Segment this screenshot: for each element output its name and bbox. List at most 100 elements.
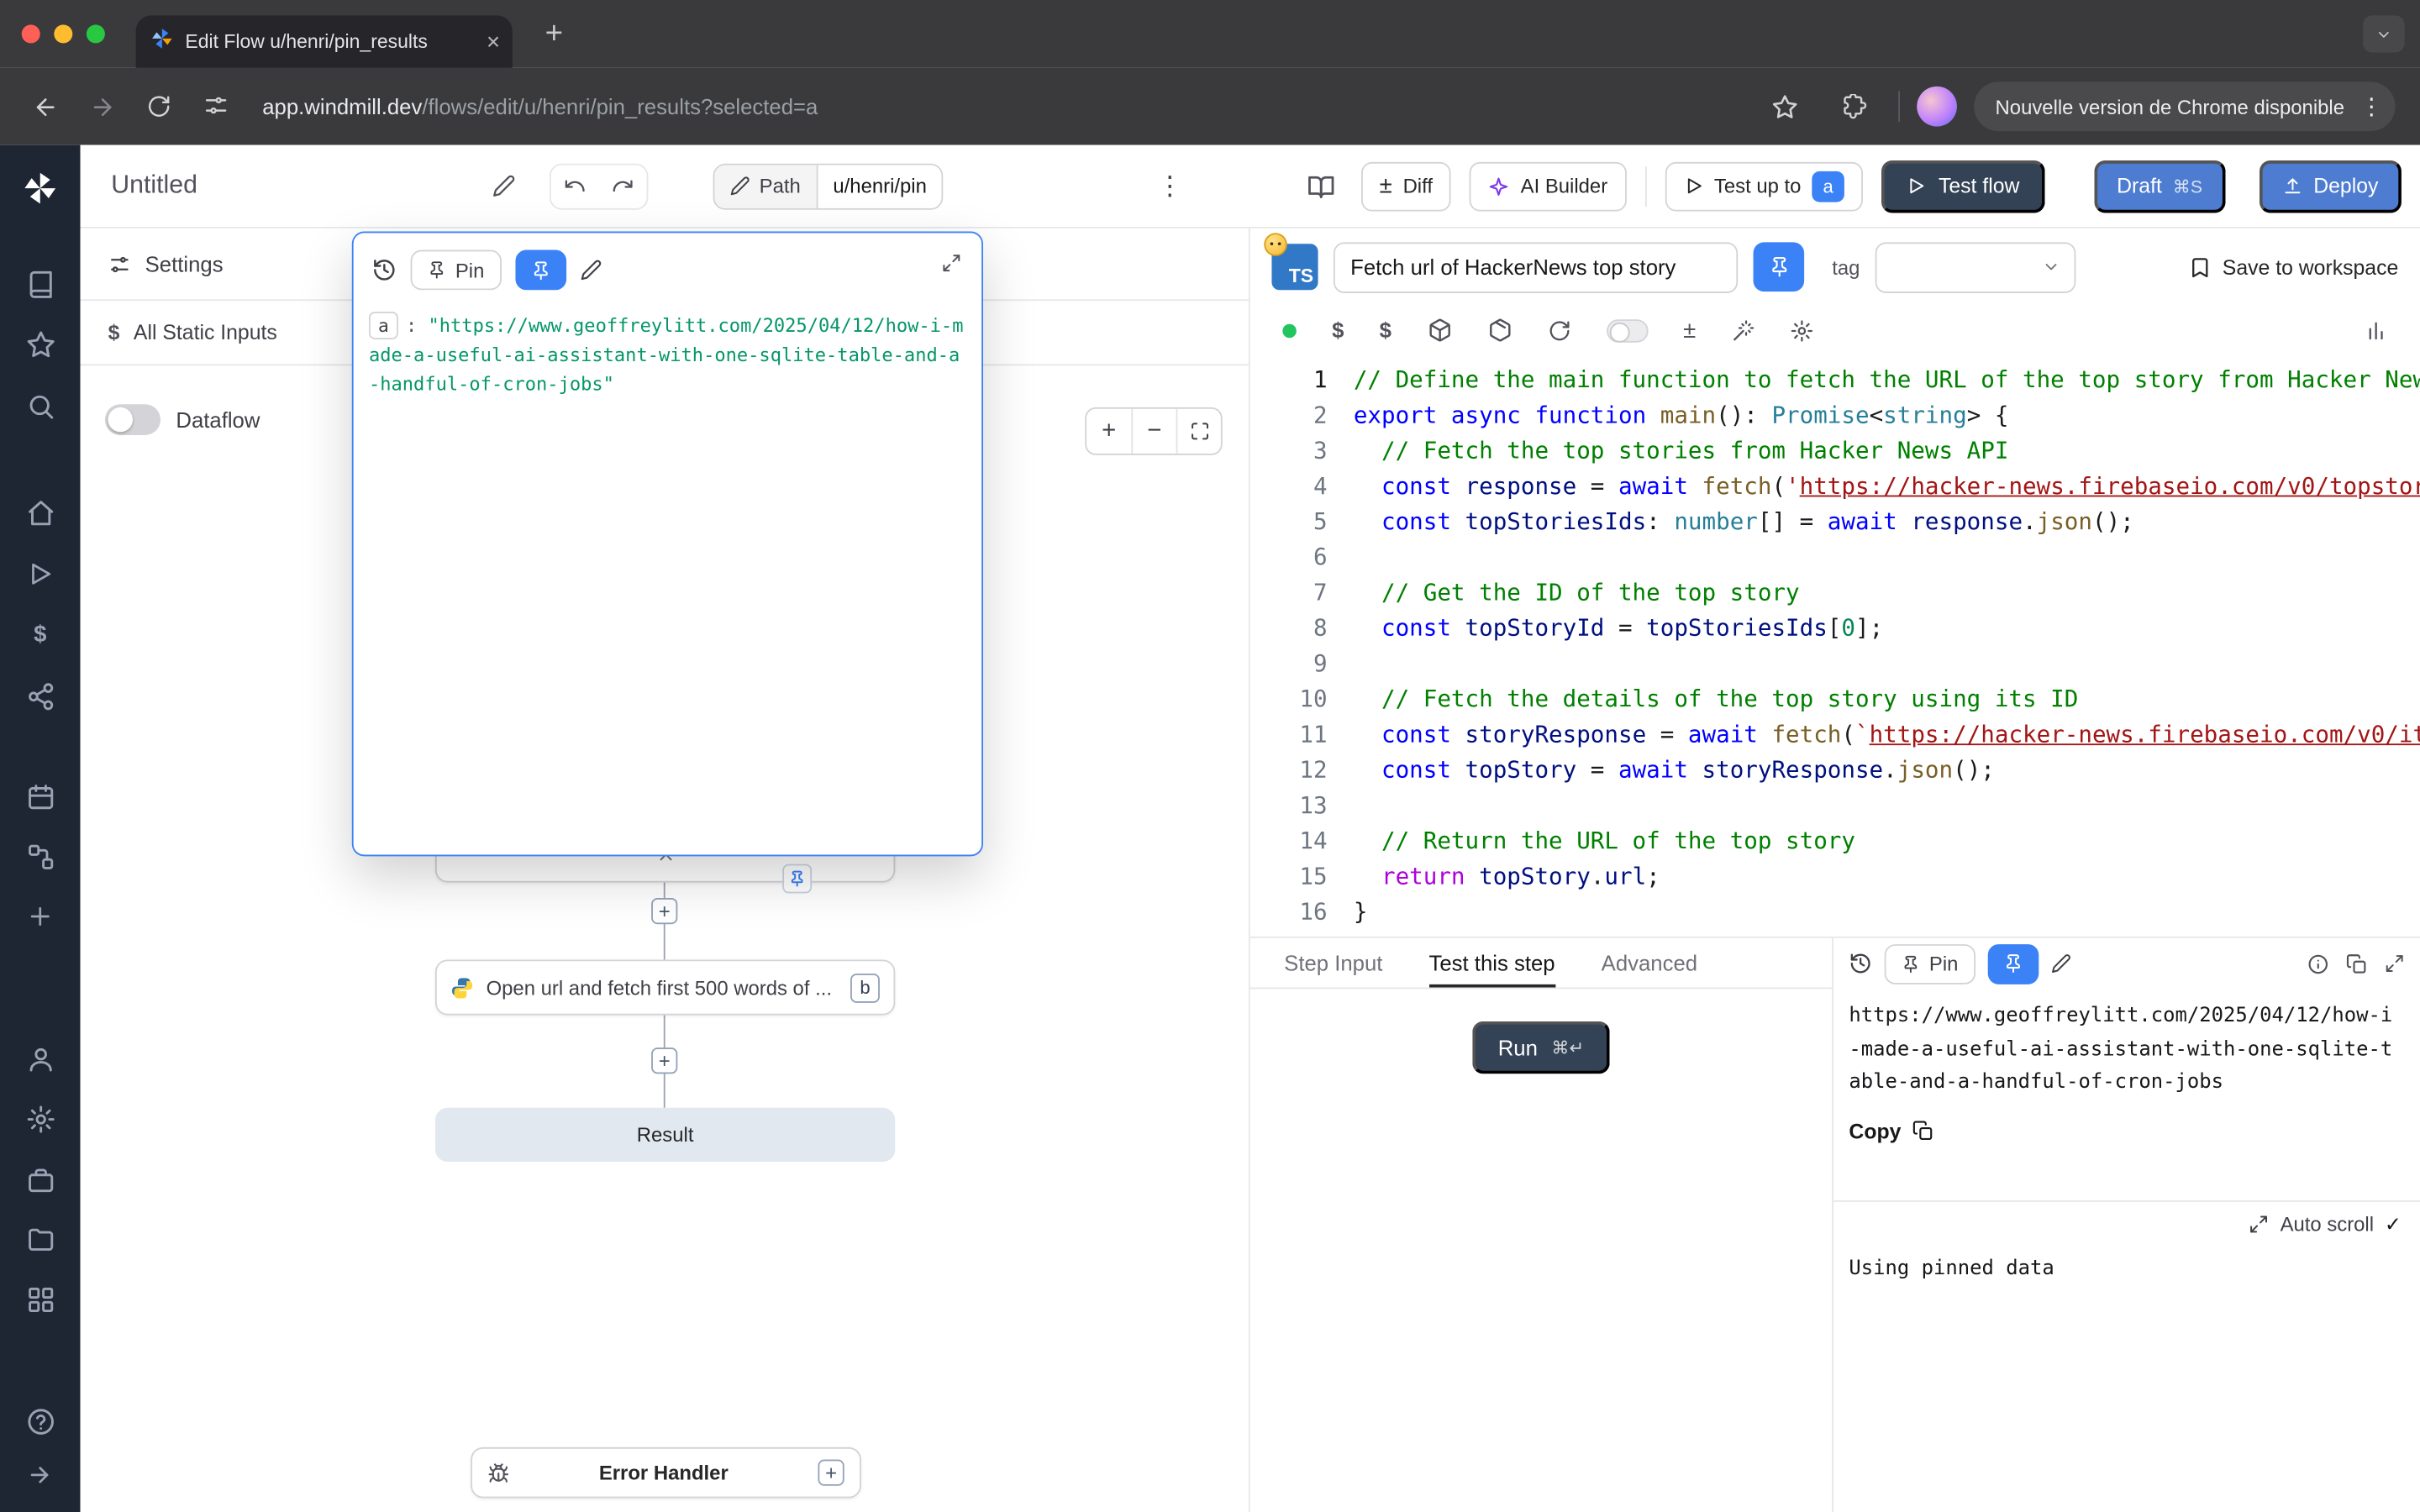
package-icon[interactable] xyxy=(1427,318,1451,342)
sidebar-add-icon[interactable] xyxy=(0,895,81,937)
code-lines[interactable]: // Define the main function to fetch the… xyxy=(1354,363,2420,937)
site-settings-icon[interactable] xyxy=(190,81,242,133)
diff-mode-icon[interactable]: ± xyxy=(1683,317,1696,343)
popup-edit-pencil-icon[interactable] xyxy=(580,260,602,281)
sidebar-star-icon[interactable] xyxy=(0,323,81,365)
bookmark-star-icon[interactable] xyxy=(1760,81,1812,133)
path-control[interactable]: Path u/henri/pin xyxy=(713,163,944,209)
step-summary-input[interactable]: Fetch url of HackerNews top story xyxy=(1334,241,1738,292)
add-error-handler-button[interactable]: + xyxy=(818,1460,844,1486)
test-up-to-button[interactable]: Test up to a xyxy=(1665,161,1863,211)
sidebar-settings-icon[interactable] xyxy=(0,1097,81,1140)
windmill-logo-icon[interactable] xyxy=(0,168,81,208)
tab-step-input[interactable]: Step Input xyxy=(1284,938,1382,988)
info-icon[interactable] xyxy=(2307,953,2329,974)
copy-clipboard-icon[interactable] xyxy=(2346,953,2368,974)
editor-settings-gear-icon[interactable] xyxy=(1790,318,1813,342)
reload-button[interactable] xyxy=(133,81,185,133)
deploy-button[interactable]: Deploy xyxy=(2260,160,2402,212)
zoom-fit-button[interactable] xyxy=(1176,409,1221,454)
flow-title[interactable]: Untitled xyxy=(111,171,197,201)
zoom-out-button[interactable]: − xyxy=(1131,409,1176,454)
sidebar-schedules-icon[interactable] xyxy=(0,774,81,817)
sidebar-variables-icon[interactable]: $ xyxy=(0,612,81,655)
close-window-button[interactable] xyxy=(22,24,40,43)
browser-tab[interactable]: Edit Flow u/henri/pin_results × xyxy=(136,15,513,67)
ai-wand-icon[interactable] xyxy=(1732,318,1755,342)
sidebar-user-icon[interactable] xyxy=(0,1037,81,1079)
sidebar-help-icon[interactable] xyxy=(0,1399,81,1442)
auto-scroll-control[interactable]: Auto scroll ✓ xyxy=(1833,1201,2420,1236)
variables-icon[interactable]: $ xyxy=(1332,318,1344,342)
flow-node-result[interactable]: Result xyxy=(435,1108,895,1162)
dollar-icon: $ xyxy=(108,321,120,344)
resources-dollar-icon[interactable]: $ xyxy=(1380,318,1392,342)
insert-step-button[interactable]: + xyxy=(651,1047,677,1074)
step-pin-active-button[interactable] xyxy=(1754,242,1805,291)
flow-node-error-handler[interactable]: Error Handler + xyxy=(471,1447,861,1499)
zoom-window-button[interactable] xyxy=(87,24,105,43)
typescript-badge: TS xyxy=(1271,244,1318,290)
step-editor-panel: TS Fetch url of HackerNews top story tag xyxy=(1250,228,2420,1512)
test-flow-button[interactable]: Test flow xyxy=(1881,160,2044,212)
dependencies-icon[interactable] xyxy=(1487,318,1512,342)
pinned-value-text: "https://www.geoffreylitt.com/2025/04/12… xyxy=(369,315,963,396)
edit-title-pencil-icon[interactable] xyxy=(481,165,524,207)
result-pin-button[interactable]: Pin xyxy=(1885,943,1975,984)
tab-search-button[interactable] xyxy=(2363,15,2405,52)
popup-pin-active-button[interactable] xyxy=(515,250,566,291)
history-icon[interactable] xyxy=(1849,952,1872,975)
sidebar-folders-icon[interactable] xyxy=(0,1217,81,1260)
pinned-value-json[interactable]: a: "https://www.geoffreylitt.com/2025/04… xyxy=(354,297,982,413)
copy-result-button[interactable]: Copy xyxy=(1833,1100,2420,1142)
popup-expand-icon[interactable] xyxy=(941,253,961,273)
result-edit-pencil-icon[interactable] xyxy=(2051,953,2071,974)
sidebar-collapse-icon[interactable] xyxy=(0,1453,81,1496)
sidebar-flows-icon[interactable] xyxy=(0,835,81,878)
new-tab-button[interactable]: + xyxy=(533,13,576,55)
expand-icon[interactable] xyxy=(2385,953,2405,974)
more-options-icon[interactable]: ⋮ xyxy=(1157,171,1183,202)
draft-button[interactable]: Draft ⌘S xyxy=(2094,160,2226,212)
sidebar-runs-icon[interactable] xyxy=(0,553,81,596)
forward-button[interactable] xyxy=(76,81,128,133)
chrome-update-chip[interactable]: Nouvelle version de Chrome disponible ⋮ xyxy=(1974,81,2396,131)
docs-book-icon[interactable] xyxy=(1299,165,1342,207)
dataflow-toggle[interactable] xyxy=(105,404,160,435)
history-icon[interactable] xyxy=(372,258,397,282)
result-value-text[interactable]: https://www.geoffreylitt.com/2025/04/12/… xyxy=(1833,989,2420,1099)
flow-node-b[interactable]: Open url and fetch first 500 words of ..… xyxy=(435,959,895,1015)
back-button[interactable] xyxy=(18,81,71,133)
sidebar-journal-icon[interactable] xyxy=(0,262,81,305)
profile-avatar[interactable] xyxy=(1917,87,1957,127)
browser-menu-icon[interactable]: ⋮ xyxy=(2360,92,2383,120)
save-to-workspace-button[interactable]: Save to workspace xyxy=(2188,255,2398,279)
library-bars-icon[interactable] xyxy=(2365,318,2388,342)
sidebar-workers-icon[interactable] xyxy=(0,1158,81,1201)
minimize-window-button[interactable] xyxy=(54,24,72,43)
redo-button[interactable] xyxy=(599,165,647,207)
sidebar-apps-icon[interactable] xyxy=(0,1278,81,1320)
undo-button[interactable] xyxy=(551,165,599,207)
run-shortcut: ⌘↵ xyxy=(1551,1037,1584,1058)
tab-close-icon[interactable]: × xyxy=(487,30,500,54)
run-button[interactable]: Run ⌘↵ xyxy=(1471,1021,1610,1074)
ai-builder-button[interactable]: AI Builder xyxy=(1470,161,1626,211)
insert-step-button[interactable]: + xyxy=(651,898,677,924)
tab-test-this-step[interactable]: Test this step xyxy=(1429,938,1555,988)
result-pin-active-button[interactable] xyxy=(1987,943,2039,984)
tag-select[interactable] xyxy=(1876,241,2076,292)
auto-scroll-label: Auto scroll xyxy=(2281,1213,2374,1236)
url-text[interactable]: app.windmill.dev/flows/edit/u/henri/pin_… xyxy=(262,94,1754,118)
tab-advanced[interactable]: Advanced xyxy=(1602,938,1697,988)
diff-button[interactable]: ± Diff xyxy=(1361,161,1451,211)
sidebar-home-icon[interactable] xyxy=(0,491,81,533)
refresh-icon[interactable] xyxy=(1547,318,1570,342)
node-pin-badge-icon[interactable] xyxy=(782,864,812,894)
zoom-in-button[interactable]: + xyxy=(1086,409,1131,454)
sidebar-search-icon[interactable] xyxy=(0,384,81,427)
extensions-puzzle-icon[interactable] xyxy=(1828,81,1881,133)
sidebar-resources-icon[interactable] xyxy=(0,675,81,717)
editor-toggle[interactable] xyxy=(1606,318,1648,342)
popup-pin-button[interactable]: Pin xyxy=(411,250,502,291)
